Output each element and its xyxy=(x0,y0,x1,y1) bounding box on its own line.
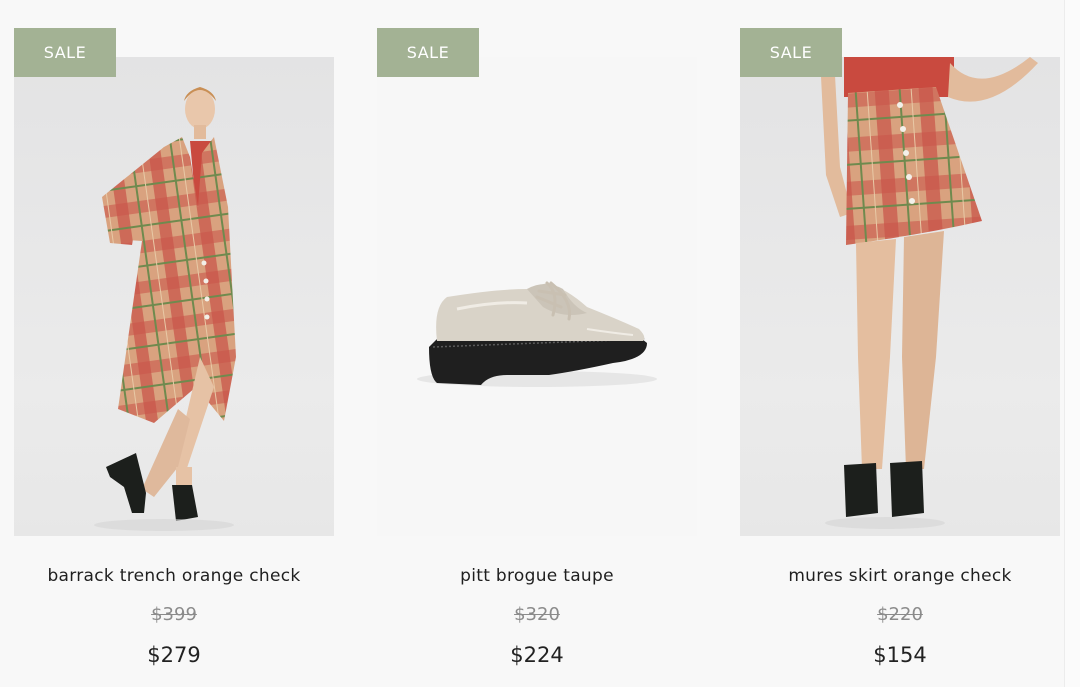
product-image[interactable] xyxy=(377,57,697,536)
product-name[interactable]: mures skirt orange check xyxy=(740,566,1060,586)
sale-badge: SALE xyxy=(740,28,842,77)
product-card[interactable]: SALE xyxy=(14,0,334,687)
model-wearing-plaid-trench-coat xyxy=(94,87,236,531)
original-price: $320 xyxy=(514,604,560,625)
product-name[interactable]: barrack trench orange check xyxy=(14,566,334,586)
product-image[interactable] xyxy=(14,57,334,536)
original-price: $220 xyxy=(877,604,923,625)
product-image[interactable] xyxy=(740,57,1060,536)
product-grid: SALE barrack trench orange check $399 $2… xyxy=(14,0,1060,687)
product-card[interactable]: SALE xyxy=(740,0,1060,687)
product-name[interactable]: pitt brogue taupe xyxy=(377,566,697,586)
scrollbar[interactable] xyxy=(1064,0,1080,687)
sale-price: $224 xyxy=(510,643,564,667)
sale-badge: SALE xyxy=(377,28,479,77)
product-card[interactable]: SALE pitt brogue taupe $320 $224 xyxy=(377,0,697,687)
sale-price: $154 xyxy=(873,643,927,667)
model-wearing-plaid-skirt xyxy=(820,57,1038,529)
sale-price: $279 xyxy=(147,643,201,667)
original-price: $399 xyxy=(151,604,197,625)
sale-badge: SALE xyxy=(14,28,116,77)
taupe-patent-brogue-shoe xyxy=(417,281,657,387)
product-listing-page: SALE barrack trench orange check $399 $2… xyxy=(0,0,1080,687)
